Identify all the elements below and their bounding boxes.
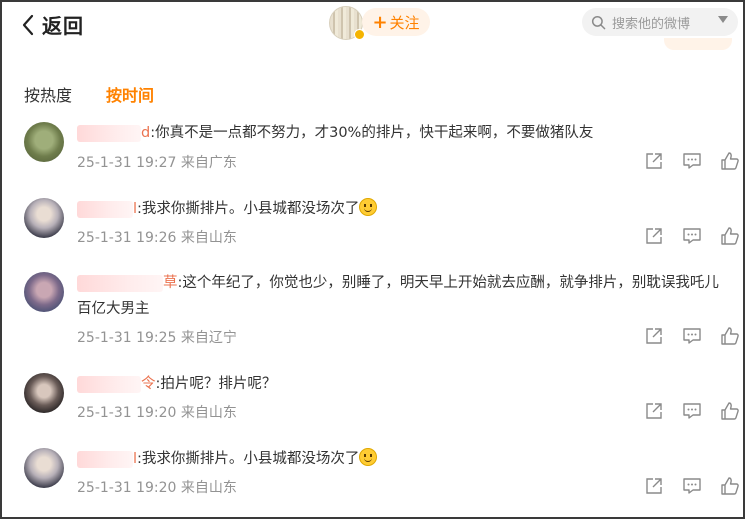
menu-edge <box>664 38 732 50</box>
comment-location: 来自广东 <box>180 155 237 171</box>
commenter-name[interactable] <box>77 200 133 218</box>
comment-location: 来自辽宁 <box>180 330 237 346</box>
comment-location: 来自山东 <box>180 230 237 246</box>
comment-time: 25-1-31 19:20 <box>77 480 177 496</box>
comment-actions <box>644 401 740 421</box>
share-icon[interactable] <box>644 326 664 346</box>
commenter-name-tail[interactable]: d <box>141 125 150 141</box>
comment-icon[interactable] <box>682 226 702 246</box>
comment-icon[interactable] <box>682 401 702 421</box>
comment-content: l:我求你撕排片。小县城都没场次了 <box>77 196 723 222</box>
commenter-name-tail[interactable]: 草 <box>163 275 178 291</box>
thumb-up-icon[interactable] <box>720 476 740 496</box>
comment-text: :我求你撕排片。小县城都没场次了 <box>137 201 360 217</box>
comment-content: l:我求你撕排片。小县城都没场次了 <box>77 446 723 472</box>
search-box[interactable]: 搜索他的微博 <box>582 8 738 36</box>
plus-icon: + <box>372 11 388 33</box>
share-icon[interactable] <box>644 476 664 496</box>
smile-emoji-icon <box>359 448 378 466</box>
smile-emoji-icon <box>359 198 378 216</box>
thumb-up-icon[interactable] <box>720 226 740 246</box>
share-icon[interactable] <box>644 226 664 246</box>
comment-icon[interactable] <box>682 326 702 346</box>
follow-label: 关注 <box>389 13 420 32</box>
thumb-up-icon[interactable] <box>720 151 740 171</box>
avatar[interactable] <box>24 198 64 238</box>
comment-actions <box>644 226 740 246</box>
comment-icon[interactable] <box>682 476 702 496</box>
back-button[interactable]: 返回 <box>20 10 84 39</box>
comment-content: 草:这个年纪了，你觉也少，别睡了，明天早上开始就去应酬，就争排片，别耽误我吒儿百… <box>77 270 723 322</box>
comment-text: :你真不是一点都不努力，才30%的排片，快干起来啊，不要做猪队友 <box>150 125 594 141</box>
commenter-name[interactable] <box>77 375 141 393</box>
search-icon <box>591 15 606 29</box>
comment-time: 25-1-31 19:27 <box>77 155 177 171</box>
search-input[interactable]: 搜索他的微博 <box>612 13 690 32</box>
sort-tabs: 按热度 按时间 <box>24 82 188 106</box>
tab-by-hot[interactable]: 按热度 <box>24 82 72 106</box>
thumb-up-icon[interactable] <box>720 401 740 421</box>
follow-button[interactable]: + 关注 <box>362 8 430 36</box>
comment-text: :我求你撕排片。小县城都没场次了 <box>137 451 360 467</box>
comment-meta: 25-1-31 19:26 来自山东 <box>77 227 237 247</box>
share-icon[interactable] <box>644 401 664 421</box>
comment-text: :拍片呢？排片呢？ <box>155 376 277 392</box>
comment-content: 令:拍片呢？排片呢？ <box>77 371 723 397</box>
comment-meta: 25-1-31 19:20 来自山东 <box>77 477 237 497</box>
commenter-name-tail[interactable]: 令 <box>141 376 156 392</box>
back-label: 返回 <box>42 14 84 38</box>
comment-actions <box>644 326 740 346</box>
comment-meta: 25-1-31 19:27 来自广东 <box>77 152 237 172</box>
chevron-left-icon <box>22 14 34 35</box>
commenter-name[interactable] <box>77 274 163 292</box>
commenter-name[interactable] <box>77 450 133 468</box>
comment-time: 25-1-31 19:26 <box>77 230 177 246</box>
comment-meta: 25-1-31 19:20 来自山东 <box>77 402 237 422</box>
comment-content: d:你真不是一点都不努力，才30%的排片，快干起来啊，不要做猪队友 <box>77 120 723 146</box>
comment-icon[interactable] <box>682 151 702 171</box>
comment-meta: 25-1-31 19:25 来自辽宁 <box>77 327 237 347</box>
avatar[interactable] <box>24 122 64 162</box>
comment-actions <box>644 476 740 496</box>
avatar[interactable] <box>24 448 64 488</box>
avatar[interactable] <box>24 272 64 312</box>
verified-badge-icon <box>354 29 365 40</box>
comment-location: 来自山东 <box>180 405 237 421</box>
thumb-up-icon[interactable] <box>720 326 740 346</box>
top-bar: 返回 + 关注 搜索他的微博 <box>2 2 743 50</box>
comment-time: 25-1-31 19:20 <box>77 405 177 421</box>
caret-down-icon[interactable] <box>718 16 728 23</box>
share-icon[interactable] <box>644 151 664 171</box>
comment-actions <box>644 151 740 171</box>
commenter-name[interactable] <box>77 124 141 142</box>
tab-by-time[interactable]: 按时间 <box>106 82 154 106</box>
comment-location: 来自山东 <box>180 480 237 496</box>
comment-time: 25-1-31 19:25 <box>77 330 177 346</box>
avatar[interactable] <box>24 373 64 413</box>
